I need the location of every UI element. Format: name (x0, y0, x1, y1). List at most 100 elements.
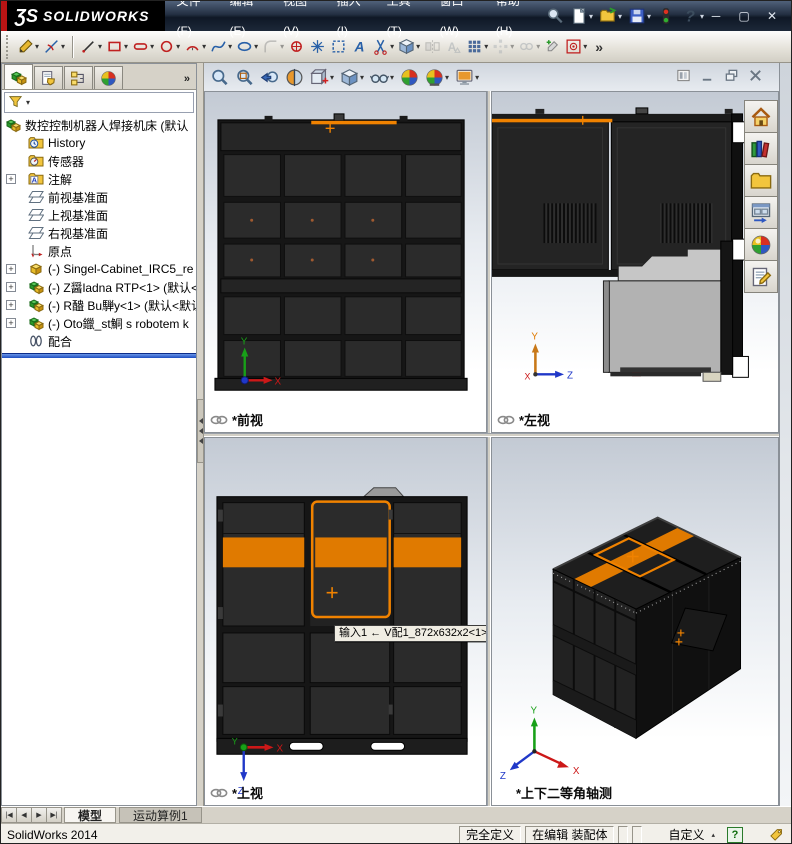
document-window-button[interactable] (676, 68, 691, 86)
dropdown-arrow-icon[interactable]: ▾ (536, 42, 540, 51)
line-button[interactable]: ▾ (79, 34, 103, 60)
expand-toggle[interactable]: + (6, 300, 16, 310)
open-document-button[interactable]: ▾ (596, 4, 625, 28)
straight-slot-button[interactable]: ▾ (131, 34, 155, 60)
construction-point-button[interactable] (308, 34, 327, 60)
design-library-button[interactable] (744, 132, 778, 165)
file-explorer-button[interactable] (744, 164, 778, 197)
dropdown-arrow-icon[interactable]: ▾ (150, 42, 154, 51)
expand-toggle[interactable]: + (6, 264, 16, 274)
dropdown-arrow-icon[interactable]: ▾ (475, 73, 479, 82)
tab-featuremanager[interactable] (4, 64, 33, 89)
zoom-to-fit-button[interactable] (208, 68, 231, 87)
dropdown-arrow-icon[interactable]: ▾ (618, 12, 622, 21)
section-view-button[interactable] (283, 68, 306, 87)
dropdown-arrow-icon[interactable]: ▾ (484, 42, 488, 51)
dropdown-arrow-icon[interactable]: ▾ (589, 12, 593, 21)
custom-properties-button[interactable] (744, 260, 778, 293)
corner-rectangle-button[interactable]: ▾ (105, 34, 129, 60)
view-palette-button[interactable] (744, 196, 778, 229)
tab-nav-button-2[interactable]: ▶ (31, 807, 47, 823)
quick-snaps-button[interactable]: ▾ (564, 34, 588, 60)
dropdown-arrow-icon[interactable]: ▾ (360, 73, 364, 82)
repair-sketch-button[interactable] (543, 34, 562, 60)
status-help-button[interactable]: ? (727, 826, 743, 843)
previous-view-button[interactable] (258, 68, 281, 87)
dropdown-arrow-icon[interactable]: ▾ (510, 42, 514, 51)
tree-item[interactable]: + (-) Oto鑞_st鮦 s robotem k (2, 314, 196, 332)
spline-button[interactable]: ▾ (209, 34, 233, 60)
tab-configurationmanager[interactable] (64, 66, 93, 89)
tab-nav-button-1[interactable]: ◀ (16, 807, 32, 823)
viewport-left[interactable]: Y Z X *左视 (491, 91, 779, 433)
dropdown-arrow-icon[interactable]: ▾ (330, 73, 334, 82)
dropdown-arrow-icon[interactable]: ▾ (35, 42, 39, 51)
dropdown-arrow-icon[interactable]: ▾ (416, 42, 420, 51)
close-button[interactable]: ✕ (763, 9, 781, 23)
dropdown-arrow-icon[interactable]: ▾ (390, 73, 394, 82)
viewport-isometric[interactable]: Y X Z *上下二等角轴测 (491, 437, 779, 806)
display-style-button[interactable]: ▾ (338, 68, 366, 87)
left-view-drawing[interactable]: Y Z X (492, 92, 778, 432)
task-pane-strip[interactable] (779, 63, 791, 806)
tag-icon[interactable] (769, 827, 788, 842)
save-document-button[interactable]: ▾ (625, 4, 654, 28)
dropdown-arrow-icon[interactable]: ▾ (254, 42, 258, 51)
tree-item[interactable]: + A 注解 (2, 170, 196, 188)
trim-entities-button[interactable]: ▾ (371, 34, 395, 60)
tab-displaymanager[interactable] (94, 66, 123, 89)
top-view-drawing[interactable]: Y X Z (205, 438, 486, 805)
dropdown-arrow-icon[interactable]: ▾ (647, 12, 651, 21)
dropdown-arrow-icon[interactable]: ▾ (390, 42, 394, 51)
offset-entities-button[interactable]: ▾ (397, 34, 421, 60)
apply-scene-button[interactable]: ▾ (423, 68, 451, 87)
smart-dimension-button[interactable]: ▾ (42, 34, 66, 60)
panel-resize-handle[interactable] (197, 63, 204, 806)
filter-bar[interactable]: ▾ (4, 92, 194, 113)
view-orientation-button[interactable]: ▾ (308, 67, 336, 87)
tab-nav-button-3[interactable]: ▶| (46, 807, 62, 823)
document-tab[interactable]: 模型 (64, 807, 117, 823)
help-button[interactable]: ? ▾ (678, 4, 707, 28)
rebuild-light-button[interactable] (654, 4, 678, 28)
expand-toggle[interactable]: + (6, 174, 16, 184)
tree-item[interactable]: + (-) Z醤ladna RTP<1> (默认< (2, 278, 196, 296)
toolbar-grip[interactable] (6, 34, 10, 59)
dropdown-arrow-icon[interactable]: ▾ (700, 12, 704, 21)
dropdown-arrow-icon[interactable]: ▾ (124, 42, 128, 51)
close-button[interactable] (748, 68, 763, 86)
toolbar-overflow-button[interactable]: » (595, 39, 603, 55)
dropdown-arrow-icon[interactable]: ▾ (98, 42, 102, 51)
status-custom-selector[interactable]: 自定义 ▴ (642, 826, 727, 843)
view-settings-button[interactable]: ▾ (453, 68, 481, 87)
front-view-drawing[interactable]: Y X (205, 92, 486, 432)
dropdown-arrow-icon[interactable]: ▾ (202, 42, 206, 51)
restore-button[interactable] (724, 68, 739, 86)
minimize-button[interactable] (700, 68, 715, 86)
point-button[interactable] (287, 34, 306, 60)
minimize-button[interactable]: ─ (707, 9, 725, 23)
tab-propertymanager[interactable] (34, 66, 63, 89)
dropdown-arrow-icon[interactable]: ▾ (61, 42, 65, 51)
viewport-front[interactable]: Y X *前视 (204, 91, 487, 433)
tree-item[interactable]: 原点 (2, 242, 196, 260)
tab-nav-button-0[interactable]: |◀ (1, 807, 17, 823)
dropdown-arrow-icon[interactable]: ▾ (583, 42, 587, 51)
sketch-button[interactable]: ▾ (16, 34, 40, 60)
filter-dropdown-arrow[interactable]: ▾ (26, 98, 30, 107)
zoom-to-area-button[interactable] (233, 68, 256, 87)
expand-toggle[interactable]: + (6, 318, 16, 328)
ellipse-button[interactable]: ▾ (235, 34, 259, 60)
tree-item[interactable]: 配合 (2, 332, 196, 350)
tree-item[interactable]: + (-) Singel-Cabinet_IRC5_re (2, 260, 196, 278)
panel-tabs-overflow[interactable]: » (184, 73, 194, 89)
document-tab[interactable]: 运动算例1 (119, 807, 202, 823)
restore-button[interactable]: ▢ (735, 9, 753, 23)
tree-item[interactable]: 上视基准面 (2, 206, 196, 224)
solidworks-resources-button[interactable] (744, 100, 778, 133)
linear-sketch-pattern-button[interactable]: ▾ (465, 34, 489, 60)
dropdown-arrow-icon[interactable]: ▾ (228, 42, 232, 51)
expand-toggle[interactable]: + (6, 282, 16, 292)
tree-item[interactable]: 传感器 (2, 152, 196, 170)
new-document-button[interactable]: ▾ (567, 4, 596, 28)
